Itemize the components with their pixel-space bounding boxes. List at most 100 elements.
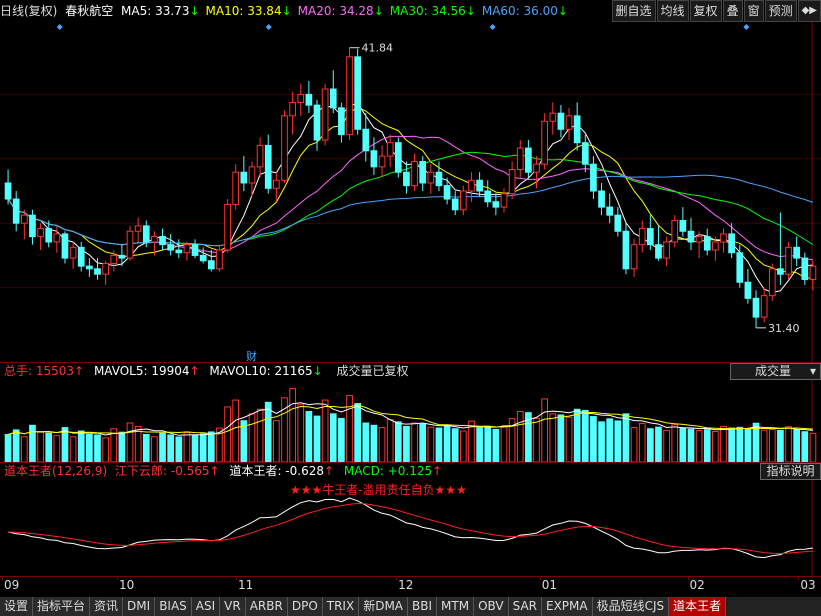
volume-chart[interactable]: [0, 380, 821, 462]
candle-body: [728, 233, 735, 254]
x-axis-tick: [396, 576, 398, 580]
candle-body: [386, 142, 394, 157]
volume-bar: [94, 434, 101, 462]
volume-bar: [411, 422, 418, 462]
x-axis-label: 11: [237, 578, 254, 592]
toolbar-button[interactable]: 窗: [743, 0, 764, 22]
ma-arrow: ↓: [557, 4, 568, 18]
candle-body: [37, 228, 44, 238]
candle-body: [321, 88, 329, 141]
macd-indicator-name: 道本王者(12,26,9): [4, 464, 108, 478]
volume-bar: [159, 432, 166, 462]
indicator-tab[interactable]: 指标平台: [33, 597, 91, 616]
volume-bar: [500, 425, 508, 462]
macd-chart[interactable]: [0, 480, 821, 576]
candle-body: [329, 88, 337, 109]
volume-bar: [256, 408, 264, 462]
volume-bar: [638, 422, 646, 462]
candle-body: [118, 254, 126, 259]
candle-body: [183, 244, 191, 254]
candle-body: [541, 120, 548, 165]
candle-body: [468, 179, 475, 192]
indicator-dropdown[interactable]: 成交量 ▾: [730, 363, 821, 380]
toolbar-button[interactable]: 删自选: [611, 0, 656, 22]
indicator-tab[interactable]: ASI: [191, 597, 221, 616]
candle-body: [199, 254, 207, 262]
indicator-tab[interactable]: MTM: [437, 597, 475, 616]
volume-bar: [736, 426, 744, 462]
indicator-tab[interactable]: 道本王者: [669, 597, 727, 616]
ma-labels: MA5: 33.73↓ MA10: 33.84↓ MA20: 34.28↓ MA30:…: [121, 0, 574, 22]
indicator-tab[interactable]: 极品短线CJS: [592, 597, 670, 616]
candle-body: [590, 163, 597, 192]
volume-bar: [362, 422, 370, 462]
candle-body: [273, 179, 280, 189]
candle-body: [12, 198, 20, 224]
pin-icon[interactable]: ◆▶: [797, 0, 821, 22]
indicator-tab[interactable]: OBV: [474, 597, 509, 616]
candle-body: [655, 244, 662, 259]
ma-arrow: ↓: [465, 4, 476, 18]
indicator-tab[interactable]: EXPMA: [542, 597, 593, 616]
toolbar-button[interactable]: 叠: [722, 0, 743, 22]
candle-body: [305, 93, 313, 106]
volume-bar: [183, 432, 191, 462]
volume-bar: [207, 431, 215, 462]
indicator-tab[interactable]: SAR: [508, 597, 542, 616]
candle-body: [744, 281, 752, 299]
volume-bar: [354, 403, 362, 462]
volume-bar: [175, 436, 183, 462]
candle-body: [720, 233, 727, 243]
ma-label: MA10: 33.84: [205, 4, 282, 18]
volume-bar: [614, 420, 622, 462]
candle-body: [443, 185, 451, 200]
volume-note: 成交量已复权: [336, 364, 409, 378]
indicator-tab[interactable]: DPO: [287, 597, 323, 616]
volume-bar: [703, 429, 711, 462]
candle-body: [557, 112, 565, 130]
indicator-tab[interactable]: 新DMA: [359, 597, 409, 616]
x-axis-label: 01: [541, 578, 558, 592]
volume-bar: [142, 433, 150, 462]
indicator-help-button[interactable]: 指标说明: [760, 463, 821, 480]
candle-body: [451, 198, 459, 211]
indicator-tab[interactable]: TRIX: [322, 597, 360, 616]
indicator-tab[interactable]: BBI: [408, 597, 438, 616]
indicator-tab[interactable]: BIAS: [155, 597, 192, 616]
candle-body: [679, 220, 687, 232]
indicator-tab[interactable]: ARBR: [245, 597, 288, 616]
period-label[interactable]: 日线(复权): [0, 0, 57, 22]
toolbar-button[interactable]: 均线: [656, 0, 689, 22]
ma-arrow: ↓: [373, 4, 384, 18]
volume-bar: [297, 404, 305, 462]
indicator-tab[interactable]: 资讯: [90, 597, 124, 616]
event-marker: 财: [246, 349, 257, 362]
indicator-tab[interactable]: DMI: [123, 597, 156, 616]
toolbar-button[interactable]: 预测: [764, 0, 797, 22]
candle-body: [606, 206, 614, 216]
volume-bar: [549, 413, 557, 462]
price-chart[interactable]: 41.84 31.40 财: [0, 22, 821, 362]
volume-bar: [378, 427, 386, 462]
x-axis-tick: [2, 576, 3, 580]
volume-bar: [573, 408, 581, 462]
indicator-tab[interactable]: VR: [220, 597, 246, 616]
candle-body: [207, 260, 215, 270]
x-axis-tick: [798, 576, 800, 580]
candle-body: [94, 268, 101, 275]
volume-bar: [760, 429, 768, 462]
candle-body: [403, 171, 410, 187]
volume-bar: [655, 426, 662, 462]
volume-bar: [516, 411, 524, 462]
indicator-tab[interactable]: 设置: [0, 597, 34, 616]
candle-body: [248, 166, 256, 184]
x-axis-tick: [116, 576, 118, 580]
volume-bar: [346, 394, 353, 462]
candle-body: [29, 214, 36, 238]
volume-bar: [435, 427, 443, 462]
candle-body: [297, 93, 305, 103]
toolbar-button[interactable]: 复权: [689, 0, 722, 22]
volume-bar: [305, 411, 313, 462]
macd-dif-line: [7, 497, 813, 559]
candle-body: [313, 104, 321, 141]
